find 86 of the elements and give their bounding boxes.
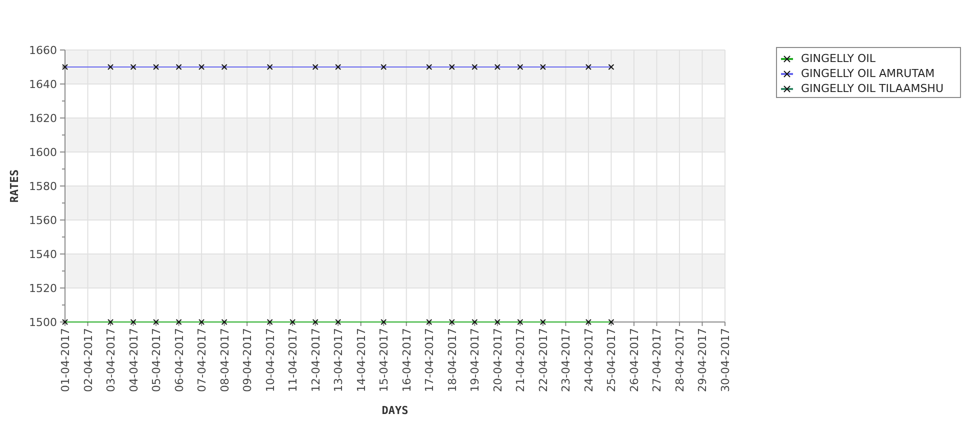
y-tick-label: 1640 bbox=[29, 78, 57, 91]
data-point-marker bbox=[176, 64, 182, 70]
data-point-marker bbox=[108, 64, 114, 70]
x-tick-label: 09-04-2017 bbox=[241, 328, 254, 392]
data-point-marker bbox=[290, 319, 296, 325]
data-point-marker bbox=[517, 64, 524, 70]
data-point-marker bbox=[494, 319, 500, 325]
legend-marker-icon bbox=[781, 84, 793, 94]
legend-label: GINGELLY OIL AMRUTAM bbox=[801, 66, 935, 81]
x-tick-label: 08-04-2017 bbox=[218, 328, 232, 392]
data-point-marker bbox=[608, 64, 614, 70]
x-tick-label: 28-04-2017 bbox=[673, 328, 686, 392]
data-point-marker bbox=[198, 64, 205, 70]
x-tick-label: 01-04-2017 bbox=[59, 328, 72, 392]
legend-marker-icon bbox=[781, 68, 793, 78]
x-tick-label: 04-04-2017 bbox=[127, 328, 140, 392]
x-tick-label: 29-04-2017 bbox=[696, 328, 710, 392]
data-point-marker bbox=[517, 319, 524, 325]
data-point-marker bbox=[608, 319, 614, 325]
legend-marker-icon bbox=[781, 54, 793, 64]
y-tick-label: 1600 bbox=[29, 146, 57, 159]
x-tick-label: 07-04-2017 bbox=[196, 328, 209, 392]
data-point-marker bbox=[153, 319, 160, 325]
data-point-marker bbox=[494, 64, 500, 70]
x-tick-label: 06-04-2017 bbox=[172, 328, 186, 392]
legend-label: GINGELLY OIL bbox=[801, 51, 876, 66]
x-tick-label: 24-04-2017 bbox=[582, 328, 596, 392]
data-point-marker bbox=[335, 64, 342, 70]
y-axis-title: RATES bbox=[8, 169, 21, 203]
data-point-marker bbox=[108, 319, 114, 325]
x-tick-label: 27-04-2017 bbox=[650, 328, 664, 392]
data-point-marker bbox=[472, 64, 478, 70]
x-tick-label: 14-04-2017 bbox=[354, 328, 368, 392]
data-point-marker bbox=[153, 64, 160, 70]
data-point-marker bbox=[198, 319, 205, 325]
y-tick-label: 1620 bbox=[29, 112, 57, 125]
y-tick-label: 1520 bbox=[29, 282, 57, 295]
legend-label: GINGELLY OIL TILAAMSHU bbox=[801, 81, 944, 96]
x-tick-label: 30-04-2017 bbox=[719, 328, 732, 392]
data-point-marker bbox=[62, 319, 68, 325]
data-point-marker bbox=[448, 64, 455, 70]
x-tick-label: 17-04-2017 bbox=[423, 328, 436, 392]
data-point-marker bbox=[380, 64, 387, 70]
data-point-marker bbox=[266, 64, 273, 70]
data-point-marker bbox=[472, 319, 478, 325]
x-tick-label: 23-04-2017 bbox=[560, 328, 573, 392]
data-point-marker bbox=[540, 64, 546, 70]
x-tick-label: 11-04-2017 bbox=[286, 328, 300, 392]
x-tick-label: 21-04-2017 bbox=[514, 328, 528, 392]
x-tick-label: 19-04-2017 bbox=[468, 328, 482, 392]
x-axis-title: DAYS bbox=[382, 404, 408, 417]
x-tick-label: 20-04-2017 bbox=[491, 328, 504, 392]
y-tick-label: 1540 bbox=[29, 248, 57, 261]
data-point-marker bbox=[62, 64, 68, 70]
data-point-marker bbox=[312, 64, 318, 70]
x-tick-label: 13-04-2017 bbox=[332, 328, 346, 392]
x-tick-label: 22-04-2017 bbox=[536, 328, 550, 392]
data-point-marker bbox=[176, 319, 182, 325]
data-point-marker bbox=[130, 319, 136, 325]
data-point-marker bbox=[221, 64, 228, 70]
x-tick-label: 10-04-2017 bbox=[264, 328, 277, 392]
data-point-marker bbox=[130, 64, 136, 70]
data-point-marker bbox=[585, 64, 592, 70]
data-point-marker bbox=[221, 319, 228, 325]
data-point-marker bbox=[426, 64, 432, 70]
x-tick-label: 05-04-2017 bbox=[150, 328, 164, 392]
x-tick-label: 12-04-2017 bbox=[309, 328, 322, 392]
data-point-marker bbox=[312, 319, 318, 325]
y-tick-label: 1580 bbox=[29, 180, 57, 193]
data-point-marker bbox=[448, 319, 455, 325]
x-tick-label: 18-04-2017 bbox=[446, 328, 459, 392]
x-tick-label: 15-04-2017 bbox=[378, 328, 391, 392]
y-tick-label: 1660 bbox=[29, 44, 57, 57]
x-tick-label: 02-04-2017 bbox=[82, 328, 95, 392]
x-tick-label: 25-04-2017 bbox=[605, 328, 618, 392]
data-point-marker bbox=[426, 319, 432, 325]
x-tick-label: 26-04-2017 bbox=[628, 328, 641, 392]
data-point-marker bbox=[266, 319, 273, 325]
x-tick-label: 03-04-2017 bbox=[104, 328, 118, 392]
y-tick-label: 1560 bbox=[29, 214, 57, 227]
data-point-marker bbox=[335, 319, 342, 325]
data-point-marker bbox=[585, 319, 592, 325]
y-tick-label: 1500 bbox=[29, 316, 57, 329]
data-point-marker bbox=[540, 319, 546, 325]
x-tick-label: 16-04-2017 bbox=[400, 328, 414, 392]
data-point-marker bbox=[380, 319, 387, 325]
